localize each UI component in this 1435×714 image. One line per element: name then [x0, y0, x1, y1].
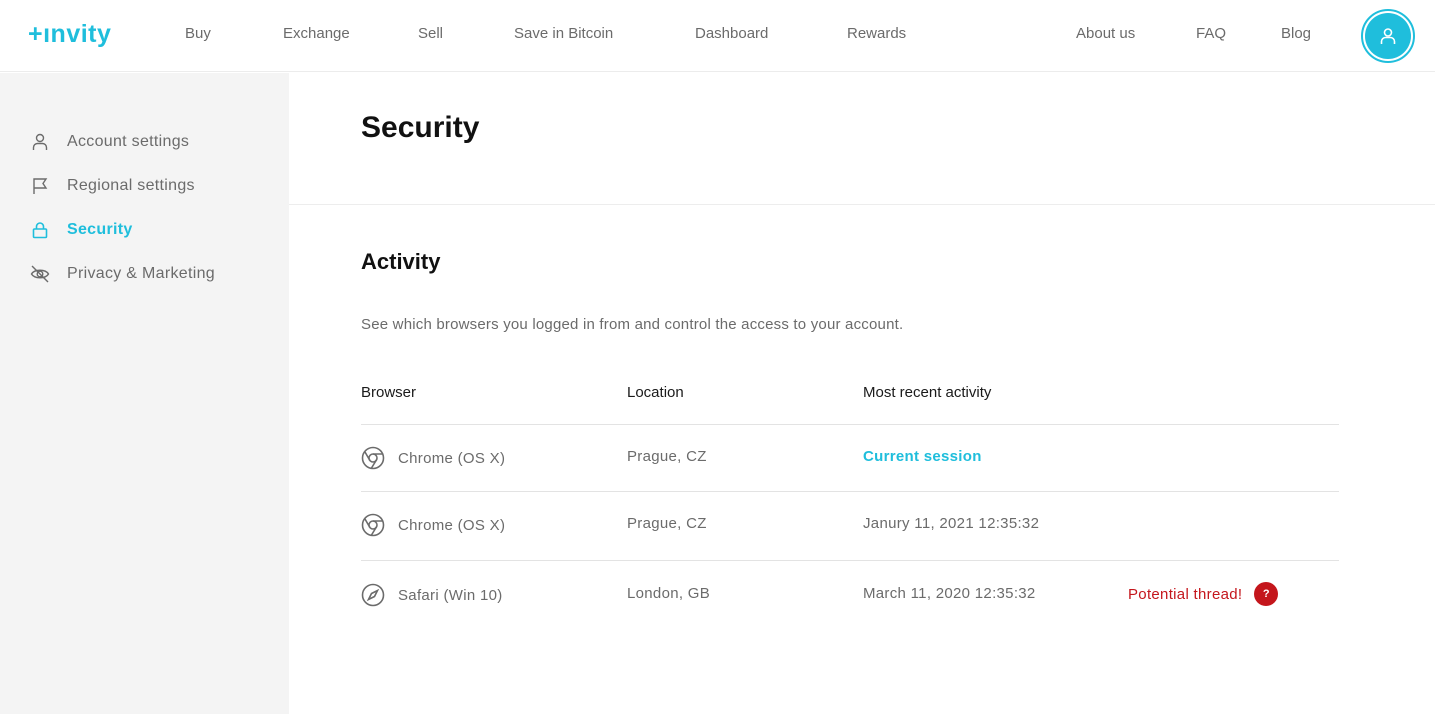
help-icon[interactable]: ? [1254, 582, 1279, 606]
nav-faq[interactable]: FAQ [1196, 25, 1226, 42]
account-avatar-button[interactable] [1361, 9, 1415, 63]
lock-icon [30, 220, 50, 240]
current-session-label: Current session [863, 448, 982, 465]
invity-logo[interactable]: +ınvity [28, 20, 111, 49]
table-row: Chrome (OS X) Prague, CZ Janury 11, 2021… [361, 491, 1339, 559]
threat-warning: Potential thread! ? [1128, 582, 1279, 606]
safari-icon [361, 583, 385, 607]
sidebar-item-label: Account settings [67, 133, 190, 150]
top-navbar: +ınvity Buy Exchange Sell Save in Bitcoi… [0, 0, 1435, 72]
sidebar-item-account-settings[interactable]: Account settings [30, 130, 189, 154]
location: Prague, CZ [627, 515, 707, 532]
nav-about-us[interactable]: About us [1076, 25, 1135, 42]
table-row: Chrome (OS X) Prague, CZ Current session [361, 424, 1339, 492]
sidebar-item-regional-settings[interactable]: Regional settings [30, 174, 195, 198]
sidebar-item-label: Privacy & Marketing [67, 265, 215, 282]
activity-timestamp: March 11, 2020 12:35:32 [863, 585, 1036, 602]
browser-name: Chrome (OS X) [398, 449, 506, 467]
sidebar-item-label: Regional settings [67, 177, 195, 194]
divider [289, 204, 1435, 205]
section-title-activity: Activity [361, 249, 441, 274]
nav-blog[interactable]: Blog [1281, 25, 1311, 42]
nav-rewards[interactable]: Rewards [847, 25, 906, 42]
flag-icon [30, 176, 50, 196]
location: Prague, CZ [627, 448, 707, 465]
chrome-icon [361, 446, 385, 470]
nav-exchange[interactable]: Exchange [283, 25, 350, 42]
column-header-activity: Most recent activity [863, 384, 992, 401]
column-header-location: Location [627, 384, 684, 401]
browser-name: Chrome (OS X) [398, 516, 506, 534]
security-page: Security Activity See which browsers you… [289, 73, 1435, 714]
sidebar-item-label: Security [67, 221, 133, 238]
sidebar-item-privacy-marketing[interactable]: Privacy & Marketing [30, 262, 215, 286]
nav-save-in-bitcoin[interactable]: Save in Bitcoin [514, 25, 613, 42]
nav-sell[interactable]: Sell [418, 25, 443, 42]
activity-timestamp: Janury 11, 2021 12:35:32 [863, 515, 1040, 532]
activity-description: See which browsers you logged in from an… [361, 316, 904, 333]
chrome-icon [361, 513, 385, 537]
location: London, GB [627, 585, 711, 602]
eye-off-icon [30, 264, 50, 284]
settings-sidebar: Account settings Regional settings Secur… [0, 73, 289, 714]
nav-buy[interactable]: Buy [185, 25, 211, 42]
user-icon [30, 132, 50, 152]
sidebar-item-security[interactable]: Security [30, 218, 133, 242]
page-title: Security [361, 111, 480, 144]
user-icon [1380, 28, 1396, 44]
nav-dashboard[interactable]: Dashboard [695, 25, 768, 42]
table-row: Safari (Win 10) London, GB March 11, 202… [361, 560, 1339, 628]
browser-name: Safari (Win 10) [398, 586, 503, 604]
column-header-browser: Browser [361, 384, 417, 401]
threat-warning-label: Potential thread! [1128, 585, 1243, 603]
